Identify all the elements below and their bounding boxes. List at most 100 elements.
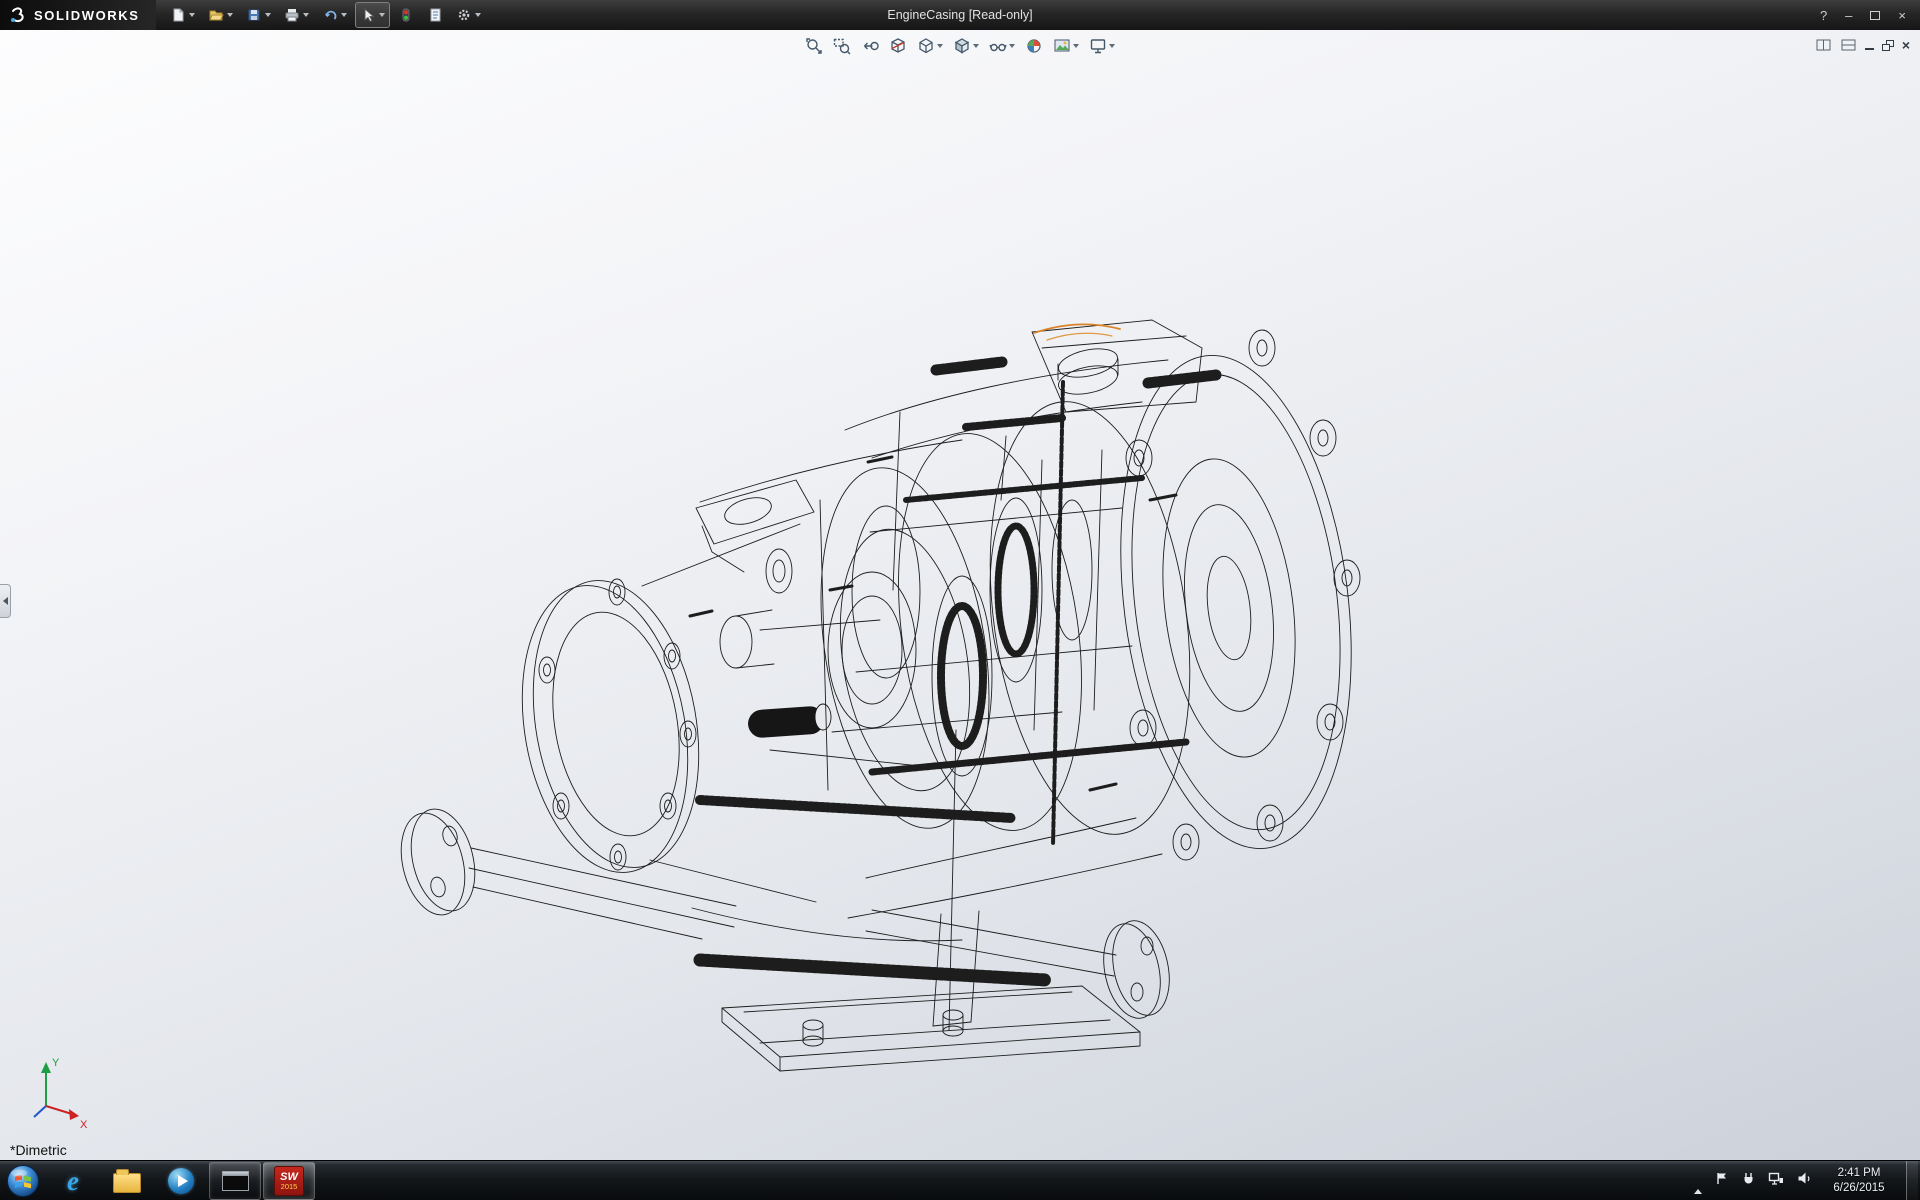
document-close-button[interactable]: ×: [1902, 37, 1910, 53]
heads-up-view-toolbar: [804, 36, 1116, 56]
new-document-icon: [170, 7, 186, 23]
display-style-button[interactable]: [952, 36, 980, 56]
section-view-button[interactable]: [888, 36, 908, 56]
zoom-to-fit-icon: [805, 37, 823, 55]
chevron-up-icon: [1694, 1172, 1702, 1194]
options-gear-icon: [456, 7, 472, 23]
file-properties-icon: [427, 7, 443, 23]
minimize-icon: [1865, 41, 1874, 50]
show-desktop-button[interactable]: [1906, 1161, 1918, 1200]
previous-view-button[interactable]: [860, 36, 880, 56]
view-orientation-cube-icon: [917, 37, 935, 55]
dropdown-caret-icon: [265, 13, 271, 17]
panel-flyout-tab[interactable]: [0, 584, 11, 618]
power-button[interactable]: [1741, 1171, 1756, 1191]
command-prompt-icon: [222, 1171, 249, 1191]
save-button[interactable]: [242, 3, 275, 27]
zoom-to-area-button[interactable]: [832, 36, 852, 56]
clock-date: 6/26/2015: [1824, 1181, 1894, 1196]
document-title: EngineCasing [Read-only]: [887, 8, 1032, 22]
view-settings-icon: [1089, 37, 1107, 55]
pane-vertical-split-button[interactable]: [1815, 37, 1832, 53]
clock-time: 2:41 PM: [1824, 1166, 1894, 1181]
dropdown-caret-icon: [937, 44, 943, 48]
app-titlebar: SOLIDWORKS: [0, 0, 1920, 30]
power-plug-icon: [1741, 1171, 1756, 1186]
app-window-controls: ? – ×: [1820, 9, 1920, 22]
app-close-button[interactable]: ×: [1898, 9, 1906, 22]
taskbar: e SW 2015: [0, 1160, 1920, 1200]
solidworks-brand: SOLIDWORKS: [0, 0, 156, 30]
save-icon: [246, 7, 262, 23]
edit-appearance-button[interactable]: [1024, 36, 1044, 56]
internet-explorer-icon: e: [67, 1168, 79, 1195]
display-style-icon: [953, 37, 971, 55]
dropdown-caret-icon: [379, 13, 385, 17]
taskbar-command-prompt[interactable]: [209, 1162, 261, 1200]
solidworks-icon: SW 2015: [274, 1166, 304, 1196]
triad-y-label: Y: [52, 1057, 60, 1069]
apply-scene-button[interactable]: [1052, 36, 1080, 56]
view-orientation-label: *Dimetric: [10, 1142, 67, 1158]
dropdown-caret-icon: [973, 44, 979, 48]
document-minimize-button[interactable]: [1865, 37, 1874, 53]
help-button[interactable]: ?: [1820, 9, 1827, 22]
action-center-flag-icon: [1714, 1171, 1729, 1186]
open-folder-icon: [208, 7, 224, 23]
undo-icon: [322, 7, 338, 23]
open-button[interactable]: [204, 3, 237, 27]
file-properties-button[interactable]: [423, 3, 447, 27]
dropdown-caret-icon: [1073, 44, 1079, 48]
reference-triad-icon: [34, 1062, 79, 1120]
new-document-button[interactable]: [166, 3, 199, 27]
view-orientation-button[interactable]: [916, 36, 944, 56]
maximize-icon: [1870, 11, 1880, 20]
folder-icon: [113, 1173, 141, 1193]
network-button[interactable]: [1768, 1171, 1784, 1191]
taskbar-solidworks[interactable]: SW 2015: [263, 1162, 315, 1200]
standard-toolbar: [156, 3, 485, 27]
edit-appearance-ball-icon: [1025, 37, 1043, 55]
rebuild-button[interactable]: [394, 3, 418, 27]
section-view-icon: [889, 37, 907, 55]
undo-button[interactable]: [318, 3, 351, 27]
system-tray: 2:41 PM 6/26/2015: [1694, 1161, 1920, 1200]
hidden-icons-button[interactable]: [1694, 1172, 1702, 1190]
taskbar-internet-explorer[interactable]: e: [47, 1162, 99, 1200]
app-minimize-button[interactable]: –: [1845, 9, 1852, 22]
desktop: SOLIDWORKS: [0, 0, 1920, 1200]
triad-x-label: X: [80, 1119, 88, 1131]
hide-show-items-button[interactable]: [988, 36, 1016, 56]
dropdown-caret-icon: [189, 13, 195, 17]
dropdown-caret-icon: [475, 13, 481, 17]
document-window-controls: ×: [1815, 37, 1910, 53]
pane-vertical-icon: [1815, 37, 1832, 53]
restore-icon: [1882, 40, 1894, 51]
options-button[interactable]: [452, 3, 485, 27]
rebuild-traffic-light-icon: [398, 7, 414, 23]
action-center-button[interactable]: [1714, 1171, 1729, 1191]
select-button[interactable]: [356, 3, 389, 27]
taskbar-media-player[interactable]: [155, 1162, 207, 1200]
hide-show-glasses-icon: [989, 37, 1007, 55]
media-player-icon: [168, 1168, 194, 1194]
pane-horizontal-split-button[interactable]: [1840, 37, 1857, 53]
dassault-3ds-logo-icon: [8, 5, 28, 25]
solidworks-year: 2015: [281, 1183, 298, 1191]
taskbar-clock[interactable]: 2:41 PM 6/26/2015: [1824, 1166, 1894, 1196]
zoom-to-fit-button[interactable]: [804, 36, 824, 56]
view-settings-button[interactable]: [1088, 36, 1116, 56]
chevron-left-icon: [3, 597, 8, 605]
start-button[interactable]: [0, 1161, 46, 1200]
app-maximize-button[interactable]: [1870, 11, 1880, 20]
print-button[interactable]: [280, 3, 313, 27]
graphics-area[interactable]: Y X: [0, 30, 1920, 1160]
taskbar-windows-explorer[interactable]: [101, 1162, 153, 1200]
volume-button[interactable]: [1796, 1171, 1812, 1191]
dropdown-caret-icon: [227, 13, 233, 17]
apply-scene-icon: [1053, 37, 1071, 55]
wireframe-model: Y X: [0, 30, 1920, 1160]
document-restore-button[interactable]: [1882, 37, 1894, 53]
windows-start-orb-icon: [6, 1164, 40, 1198]
play-icon: [178, 1175, 188, 1187]
